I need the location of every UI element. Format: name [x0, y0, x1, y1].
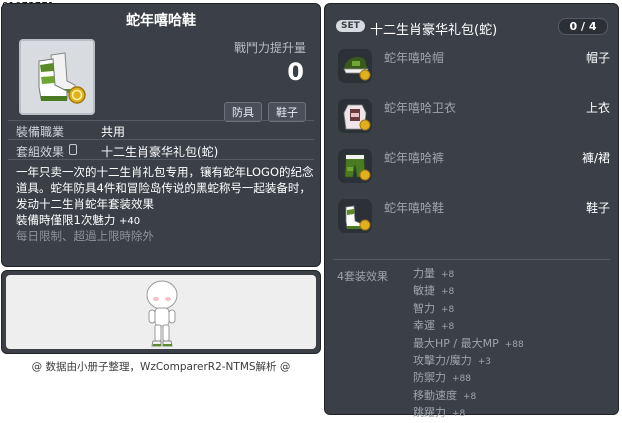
set-effects-list: 力量 +8 敏捷 +8 智力 +8 幸運 +8 最大HP / 最大MP +88 攻擊力/魔…	[413, 266, 524, 423]
set-title: 十二生肖豪华礼包(蛇)	[370, 23, 498, 38]
charm-value: +40	[118, 216, 141, 227]
set-effect: 力量 +8	[413, 267, 455, 280]
set-effect: 智力 +8	[413, 301, 455, 315]
set-item-name: 蛇年嘻哈鞋	[384, 201, 445, 215]
divider	[8, 139, 314, 140]
lock-icon	[69, 144, 77, 155]
set-item-slot: 鞋子	[585, 201, 610, 215]
set-item-slot: 褲/裙	[581, 151, 610, 165]
category-chip-armor: 防具	[224, 102, 262, 122]
thumb-frame	[338, 49, 372, 83]
set-item-slot: 帽子	[585, 51, 610, 65]
set-effect: 幸運 +8	[413, 319, 455, 333]
set-item[interactable]: 蛇年嘻哈裤 褲/裙	[335, 146, 610, 186]
item-tooltip-panel: 蛇年嘻哈鞋 戰鬥力提升量 0 防具 鞋子 裝備職業 共用 套組效果 十二生肖豪华…	[1, 3, 321, 267]
item-description: 一年只卖一次的十二生肖礼包专用，镶有蛇年LOGO的纪念道具。蛇年防具4件和冒险岛…	[16, 165, 314, 211]
category-chip-shoes: 鞋子	[268, 102, 306, 122]
set-item[interactable]: 蛇年嘻哈帽 帽子	[335, 46, 610, 86]
stat-label: 戰鬥力提升量	[233, 41, 306, 55]
limit-note: 每日限制、超過上限時除外	[16, 229, 154, 243]
job-label: 裝備職業	[16, 125, 65, 139]
set-badge: SET	[336, 20, 365, 32]
charm-label: 裝備時僅限1次魅力	[16, 213, 116, 227]
set-effect: 移動速度 +8	[413, 388, 477, 402]
set-effect: 最大HP / 最大MP +88	[413, 336, 524, 350]
set-effect: 攻擊力/魔力 +3	[413, 354, 491, 368]
set-effect-value: 十二生肖豪华礼包(蛇)	[101, 145, 219, 159]
thumb-frame	[338, 99, 372, 133]
charm-bonus: 裝備時僅限1次魅力 +40	[16, 212, 140, 228]
shoes-icon	[345, 205, 371, 231]
shoes-icon	[38, 52, 86, 104]
hoodie-icon	[343, 104, 371, 131]
set-item-name: 蛇年嘻哈帽	[384, 51, 445, 65]
set-item-slot: 上衣	[585, 101, 610, 115]
pants-icon	[344, 154, 371, 181]
set-effect-label: 套組效果	[16, 145, 65, 159]
thumb-frame	[338, 199, 372, 233]
stat-value: 0	[287, 58, 304, 86]
set-effect: 跳躍力 +8	[413, 406, 466, 420]
character-avatar	[146, 280, 178, 347]
set-item-name: 蛇年嘻哈卫衣	[384, 101, 457, 115]
set-effect-count-label: 4套装效果	[337, 270, 388, 283]
set-item[interactable]: 蛇年嘻哈鞋 鞋子	[335, 196, 610, 236]
thumb-frame	[338, 149, 372, 183]
divider	[8, 120, 314, 121]
preview-area	[6, 275, 316, 349]
character-preview-panel	[1, 270, 321, 354]
set-effect: 敏捷 +8	[413, 284, 455, 298]
set-effect: 防禦力 +88	[413, 371, 471, 385]
set-panel: SET 十二生肖豪华礼包(蛇) 0 / 4 蛇年嘻哈帽 帽子 蛇年嘻哈卫衣 上衣	[324, 3, 619, 419]
set-count: 0 / 4	[558, 18, 608, 35]
set-item-name: 蛇年嘻哈裤	[384, 151, 445, 165]
cap-icon	[343, 57, 371, 81]
item-name: 蛇年嘻哈鞋	[126, 13, 196, 29]
set-item[interactable]: 蛇年嘻哈卫衣 上衣	[335, 96, 610, 136]
item-icon-frame	[19, 39, 95, 115]
credit-text: @ 数据由小册子整理，WzComparerR2-NTMS解析 @	[31, 361, 291, 373]
job-value: 共用	[101, 125, 126, 139]
divider	[8, 159, 314, 160]
category-chips: 防具 鞋子	[224, 102, 306, 122]
divider	[333, 259, 610, 260]
